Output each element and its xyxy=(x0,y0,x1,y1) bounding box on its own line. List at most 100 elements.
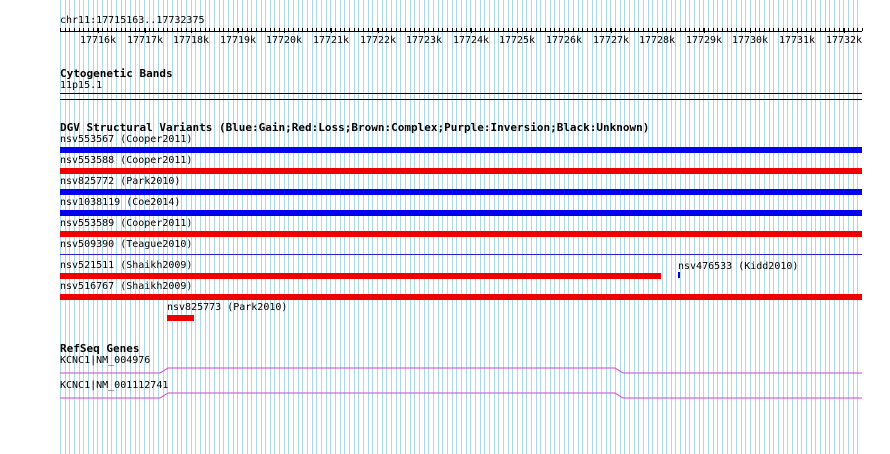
ruler-minor-tick xyxy=(265,28,266,31)
ruler-minor-tick xyxy=(396,28,397,31)
variant-bar-loss[interactable] xyxy=(60,168,862,174)
ruler-minor-tick xyxy=(475,28,476,31)
variant-label[interactable]: nsv553567 (Cooper2011) xyxy=(60,134,192,146)
ruler-minor-tick xyxy=(200,28,201,31)
ruler-minor-tick xyxy=(578,28,579,31)
variant-label[interactable]: nsv509390 (Teague2010) xyxy=(60,239,192,251)
ruler-minor-tick xyxy=(722,28,723,31)
ruler-major-tick xyxy=(98,28,99,33)
ruler-tick-label: 17725k xyxy=(498,35,536,46)
ruler-minor-tick xyxy=(335,28,336,31)
ruler-minor-tick xyxy=(848,28,849,31)
ruler-minor-tick xyxy=(205,28,206,31)
ruler-minor-tick xyxy=(568,28,569,31)
gene-model[interactable] xyxy=(60,389,862,403)
variant-bar-gain[interactable] xyxy=(60,210,862,216)
ruler-minor-tick xyxy=(316,28,317,31)
cytoband-label: 11p15.1 xyxy=(60,80,103,91)
variant-label[interactable]: nsv476533 (Kidd2010) xyxy=(678,261,798,273)
ruler-minor-tick xyxy=(689,28,690,31)
variant-bar-loss[interactable] xyxy=(60,273,661,279)
ruler-minor-tick xyxy=(764,28,765,31)
ruler-minor-tick xyxy=(153,28,154,31)
ruler-minor-tick xyxy=(522,28,523,31)
ruler-minor-tick xyxy=(358,28,359,31)
cytoband-line-bottom xyxy=(60,99,862,100)
ruler-minor-tick xyxy=(372,28,373,31)
ruler-minor-tick xyxy=(466,28,467,31)
ruler-minor-tick xyxy=(829,28,830,31)
variant-bar-loss[interactable] xyxy=(167,315,194,321)
ruler-minor-tick xyxy=(634,28,635,31)
ruler-minor-tick xyxy=(172,28,173,31)
ruler-minor-tick xyxy=(391,28,392,31)
ruler-minor-tick xyxy=(452,28,453,31)
ruler-tick-label: 17726k xyxy=(545,35,583,46)
ruler-minor-tick xyxy=(554,28,555,31)
ruler-minor-tick xyxy=(149,28,150,31)
ruler-minor-tick xyxy=(708,28,709,31)
ruler-major-tick xyxy=(238,28,239,33)
ruler-major-tick xyxy=(704,28,705,33)
ruler-minor-tick xyxy=(615,28,616,31)
variant-bar-gain[interactable] xyxy=(60,147,862,153)
ruler-minor-tick xyxy=(279,28,280,31)
ruler-minor-tick xyxy=(801,28,802,31)
ruler-minor-tick xyxy=(759,28,760,31)
ruler-minor-tick xyxy=(251,28,252,31)
genome-browser-view: chr11:17715163..17732375 17716k 17717k 177… xyxy=(0,0,890,454)
ruler-major-tick xyxy=(564,28,565,33)
ruler-minor-tick xyxy=(293,28,294,31)
cytoband-line-top xyxy=(60,93,862,94)
ruler-minor-tick xyxy=(214,28,215,31)
ruler-minor-tick xyxy=(731,28,732,31)
ruler-major-tick xyxy=(750,28,751,33)
gene-model[interactable] xyxy=(60,364,862,378)
ruler-minor-tick xyxy=(428,28,429,31)
ruler-minor-tick xyxy=(783,28,784,31)
ruler-major-tick xyxy=(145,28,146,33)
ruler-tick-label: 17723k xyxy=(405,35,443,46)
ruler-minor-tick xyxy=(344,28,345,31)
ruler-minor-tick xyxy=(834,28,835,31)
variant-label[interactable]: nsv1038119 (Coe2014) xyxy=(60,197,180,209)
ruler-minor-tick xyxy=(288,28,289,31)
ruler-minor-tick xyxy=(93,28,94,31)
ruler-minor-tick xyxy=(671,28,672,31)
ruler-minor-tick xyxy=(247,28,248,31)
ruler-major-tick xyxy=(611,28,612,33)
ruler-minor-tick xyxy=(456,28,457,31)
variant-label[interactable]: nsv521511 (Shaikh2009) xyxy=(60,260,192,272)
ruler-major-tick xyxy=(424,28,425,33)
variant-label[interactable]: nsv516767 (Shaikh2009) xyxy=(60,281,192,293)
ruler-minor-tick xyxy=(233,28,234,31)
variant-bar-loss[interactable] xyxy=(60,294,862,300)
ruler-minor-tick xyxy=(536,28,537,31)
variant-label[interactable]: nsv553589 (Cooper2011) xyxy=(60,218,192,230)
ruler-minor-tick xyxy=(713,28,714,31)
ruler-minor-tick xyxy=(666,28,667,31)
gene-label[interactable]: KCNC1|NM_001112741 xyxy=(60,380,168,392)
ruler-minor-tick xyxy=(223,28,224,31)
ruler-tick-label: 17727k xyxy=(592,35,630,46)
variant-bar-gain-thin[interactable] xyxy=(60,254,862,255)
variant-bar-gain[interactable] xyxy=(60,189,862,195)
ruler-minor-tick xyxy=(606,28,607,31)
variant-label[interactable]: nsv825772 (Park2010) xyxy=(60,176,180,188)
ruler-tick-label: 17719k xyxy=(219,35,257,46)
ruler-minor-tick xyxy=(480,28,481,31)
ruler-major-tick xyxy=(471,28,472,33)
ruler-minor-tick xyxy=(354,28,355,31)
ruler-minor-tick xyxy=(680,28,681,31)
gene-label[interactable]: KCNC1|NM_004976 xyxy=(60,355,150,367)
variant-label[interactable]: nsv825773 (Park2010) xyxy=(167,302,287,314)
variant-label[interactable]: nsv553588 (Cooper2011) xyxy=(60,155,192,167)
cytoband-track-title: Cytogenetic Bands xyxy=(60,67,173,80)
ruler-minor-tick xyxy=(652,28,653,31)
ruler-minor-tick xyxy=(806,28,807,31)
ruler-line xyxy=(60,31,862,32)
ruler-tick-label: 17731k xyxy=(778,35,816,46)
variant-bar-loss[interactable] xyxy=(60,231,862,237)
ruler-minor-tick xyxy=(447,28,448,31)
ruler-minor-tick xyxy=(400,28,401,31)
